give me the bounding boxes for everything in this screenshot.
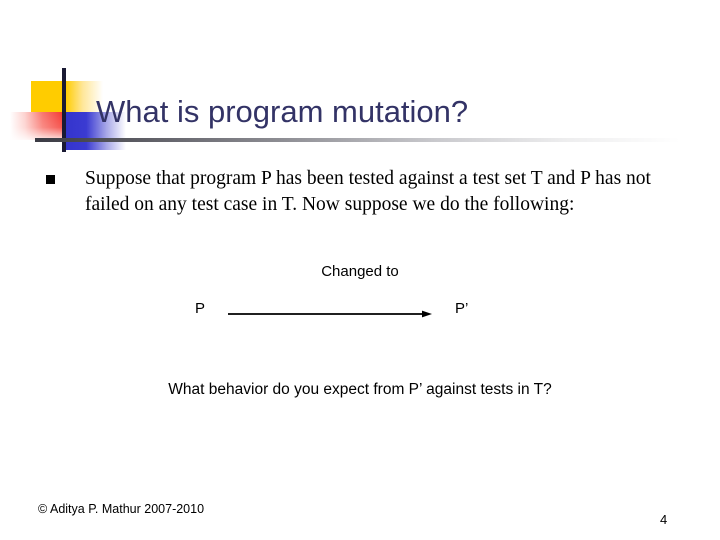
copyright-notice: © Aditya P. Mathur 2007-2010 (38, 502, 205, 516)
horizontal-rule-icon (35, 138, 680, 142)
square-bullet-icon (46, 175, 55, 184)
red-block-icon (10, 112, 63, 140)
arrow-label: Changed to (321, 263, 399, 280)
bullet-item-label: Suppose that program P has been tested a… (85, 168, 651, 215)
vertical-rule-icon (62, 68, 66, 152)
diagram-node-source: P (195, 300, 206, 317)
diagram-node-target: P’ (455, 300, 469, 317)
transformation-diagram: Changed to P P’ (0, 258, 720, 333)
slide-canvas: What is program mutation? Suppose that p… (0, 0, 720, 540)
question-text: What behavior do you expect from P’ agai… (168, 381, 552, 398)
bullet-list-item: Suppose that program P has been tested a… (46, 166, 706, 218)
right-arrow-icon (228, 310, 432, 318)
page-number: 4 (660, 512, 668, 527)
yellow-block-icon (31, 81, 103, 112)
page-title: What is program mutation? (96, 94, 469, 129)
